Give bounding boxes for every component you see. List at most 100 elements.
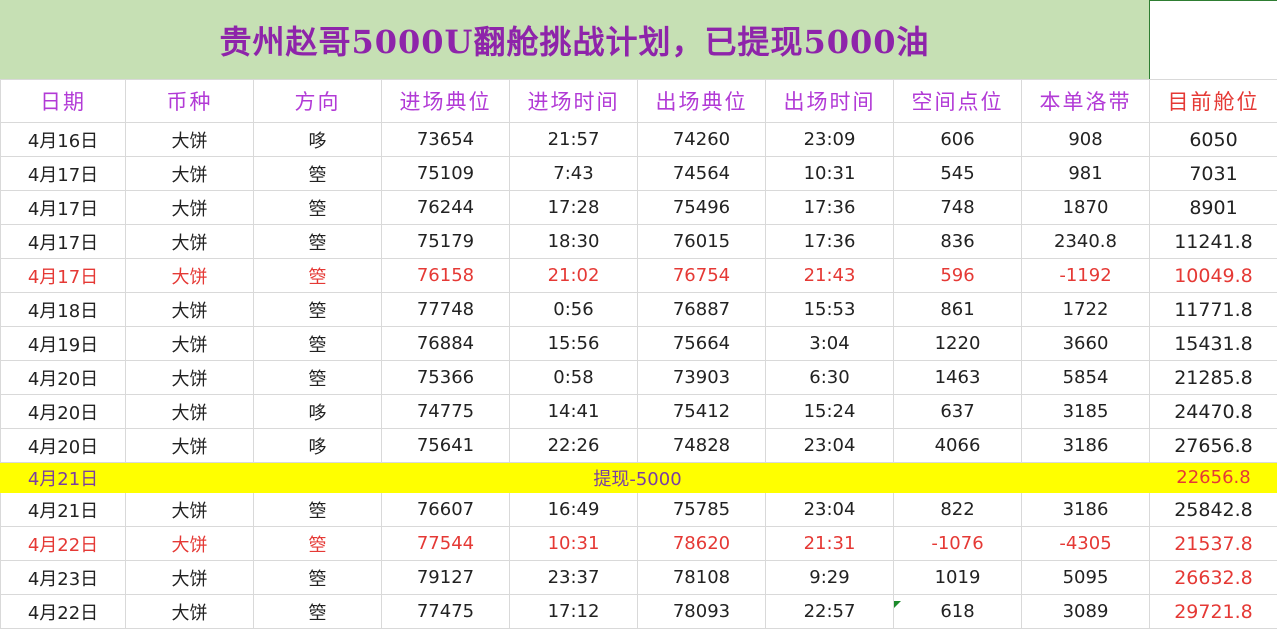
withdraw-position-cell[interactable]: 22656.8	[1149, 462, 1277, 493]
points-cell[interactable]: 836	[893, 224, 1022, 259]
exit-time-cell[interactable]: 6:30	[765, 360, 894, 395]
direction-cell[interactable]: 箜	[253, 526, 382, 561]
date-cell[interactable]: 4月17日	[0, 190, 126, 225]
pnl-cell[interactable]: 3186	[1021, 492, 1150, 527]
entry-time-cell[interactable]: 17:12	[509, 594, 638, 629]
exit-price-cell[interactable]: 73903	[637, 360, 766, 395]
exit-time-cell[interactable]: 9:29	[765, 560, 894, 595]
header-entry-time[interactable]: 进场时间	[509, 79, 638, 123]
pnl-cell[interactable]: 2340.8	[1021, 224, 1150, 259]
direction-cell[interactable]: 箜	[253, 560, 382, 595]
entry-price-cell[interactable]: 77748	[381, 292, 510, 327]
exit-price-cell[interactable]: 76015	[637, 224, 766, 259]
pnl-cell[interactable]: 3186	[1021, 428, 1150, 463]
entry-price-cell[interactable]: 76884	[381, 326, 510, 361]
exit-price-cell[interactable]: 74828	[637, 428, 766, 463]
position-cell[interactable]: 21285.8	[1149, 360, 1277, 395]
exit-time-cell[interactable]: 3:04	[765, 326, 894, 361]
entry-price-cell[interactable]: 75179	[381, 224, 510, 259]
position-cell[interactable]: 8901	[1149, 190, 1277, 225]
position-cell[interactable]: 15431.8	[1149, 326, 1277, 361]
exit-price-cell[interactable]: 76887	[637, 292, 766, 327]
points-cell[interactable]: -1076	[893, 526, 1022, 561]
entry-time-cell[interactable]: 16:49	[509, 492, 638, 527]
pnl-cell[interactable]: -1192	[1021, 258, 1150, 293]
direction-cell[interactable]: 哆	[253, 428, 382, 463]
position-cell[interactable]: 7031	[1149, 156, 1277, 191]
position-cell[interactable]: 11771.8	[1149, 292, 1277, 327]
entry-time-cell[interactable]: 7:43	[509, 156, 638, 191]
entry-price-cell[interactable]: 76607	[381, 492, 510, 527]
coin-cell[interactable]: 大饼	[125, 156, 254, 191]
entry-price-cell[interactable]: 76158	[381, 258, 510, 293]
date-cell[interactable]: 4月20日	[0, 428, 126, 463]
pnl-cell[interactable]: 5095	[1021, 560, 1150, 595]
points-cell[interactable]: 1463	[893, 360, 1022, 395]
date-cell[interactable]: 4月19日	[0, 326, 126, 361]
pnl-cell[interactable]: 1722	[1021, 292, 1150, 327]
entry-price-cell[interactable]: 76244	[381, 190, 510, 225]
direction-cell[interactable]: 哆	[253, 122, 382, 157]
points-cell[interactable]: 637	[893, 394, 1022, 429]
position-cell[interactable]: 25842.8	[1149, 492, 1277, 527]
header-position[interactable]: 目前舱位	[1149, 79, 1277, 123]
direction-cell[interactable]: 箜	[253, 190, 382, 225]
direction-cell[interactable]: 箜	[253, 492, 382, 527]
coin-cell[interactable]: 大饼	[125, 190, 254, 225]
points-cell[interactable]: 861	[893, 292, 1022, 327]
points-cell[interactable]: 545	[893, 156, 1022, 191]
withdraw-date-cell[interactable]: 4月21日	[0, 462, 126, 493]
coin-cell[interactable]: 大饼	[125, 594, 254, 629]
entry-time-cell[interactable]: 22:26	[509, 428, 638, 463]
position-cell[interactable]: 21537.8	[1149, 526, 1277, 561]
entry-time-cell[interactable]: 23:37	[509, 560, 638, 595]
position-cell[interactable]: 26632.8	[1149, 560, 1277, 595]
exit-time-cell[interactable]: 15:24	[765, 394, 894, 429]
exit-price-cell[interactable]: 78093	[637, 594, 766, 629]
exit-time-cell[interactable]: 21:31	[765, 526, 894, 561]
date-cell[interactable]: 4月21日	[0, 492, 126, 527]
exit-price-cell[interactable]: 75664	[637, 326, 766, 361]
exit-time-cell[interactable]: 23:09	[765, 122, 894, 157]
header-date[interactable]: 日期	[0, 79, 126, 123]
exit-price-cell[interactable]: 76754	[637, 258, 766, 293]
entry-price-cell[interactable]: 79127	[381, 560, 510, 595]
coin-cell[interactable]: 大饼	[125, 224, 254, 259]
entry-price-cell[interactable]: 77475	[381, 594, 510, 629]
exit-price-cell[interactable]: 74564	[637, 156, 766, 191]
entry-price-cell[interactable]: 75366	[381, 360, 510, 395]
date-cell[interactable]: 4月20日	[0, 394, 126, 429]
position-cell[interactable]: 11241.8	[1149, 224, 1277, 259]
coin-cell[interactable]: 大饼	[125, 428, 254, 463]
exit-price-cell[interactable]: 74260	[637, 122, 766, 157]
coin-cell[interactable]: 大饼	[125, 326, 254, 361]
header-exit-price[interactable]: 出场典位	[637, 79, 766, 123]
points-cell[interactable]: 4066	[893, 428, 1022, 463]
points-cell[interactable]: 606	[893, 122, 1022, 157]
coin-cell[interactable]: 大饼	[125, 258, 254, 293]
entry-time-cell[interactable]: 17:28	[509, 190, 638, 225]
direction-cell[interactable]: 箜	[253, 594, 382, 629]
withdraw-note-cell[interactable]: 提现-5000	[125, 462, 1150, 493]
coin-cell[interactable]: 大饼	[125, 122, 254, 157]
entry-time-cell[interactable]: 0:56	[509, 292, 638, 327]
position-cell[interactable]: 27656.8	[1149, 428, 1277, 463]
pnl-cell[interactable]: 5854	[1021, 360, 1150, 395]
title-cell[interactable]: 贵州赵哥5000U翻舱挑战计划，已提现5000油	[0, 0, 1150, 79]
entry-price-cell[interactable]: 77544	[381, 526, 510, 561]
header-direction[interactable]: 方向	[253, 79, 382, 123]
entry-time-cell[interactable]: 10:31	[509, 526, 638, 561]
header-pnl[interactable]: 本单洛带	[1021, 79, 1150, 123]
position-cell[interactable]: 24470.8	[1149, 394, 1277, 429]
entry-price-cell[interactable]: 75641	[381, 428, 510, 463]
coin-cell[interactable]: 大饼	[125, 526, 254, 561]
coin-cell[interactable]: 大饼	[125, 560, 254, 595]
exit-time-cell[interactable]: 23:04	[765, 492, 894, 527]
direction-cell[interactable]: 箜	[253, 258, 382, 293]
header-exit-time[interactable]: 出场时间	[765, 79, 894, 123]
entry-time-cell[interactable]: 21:02	[509, 258, 638, 293]
pnl-cell[interactable]: -4305	[1021, 526, 1150, 561]
points-cell[interactable]: 748	[893, 190, 1022, 225]
exit-time-cell[interactable]: 17:36	[765, 224, 894, 259]
exit-time-cell[interactable]: 15:53	[765, 292, 894, 327]
